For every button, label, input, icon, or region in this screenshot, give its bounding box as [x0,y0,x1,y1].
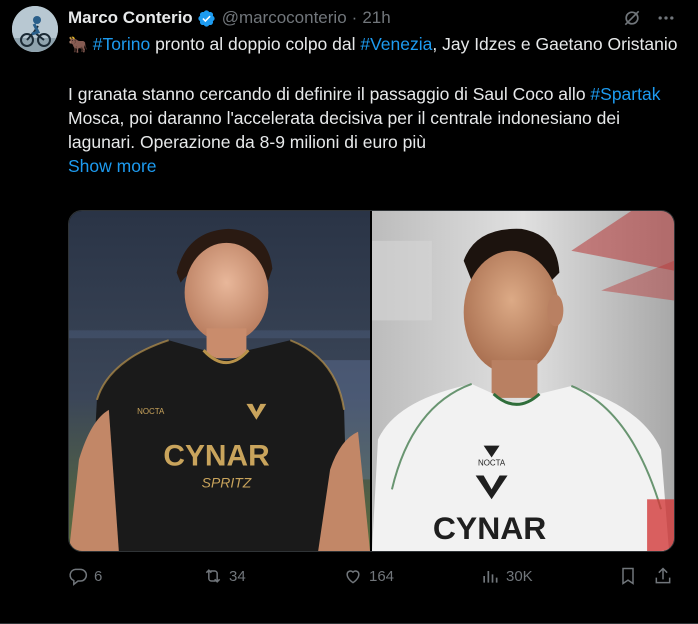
views-count: 30K [506,567,533,585]
handle[interactable]: @marcoconterio [222,8,347,28]
views-button[interactable]: 30K [480,566,533,586]
reply-button[interactable]: 6 [68,566,102,586]
player-photo-white-jersey: CYNAR NOCTA [372,211,674,551]
jersey-sponsor: CYNAR [163,440,269,473]
avatar[interactable] [12,6,58,52]
hashtag-torino[interactable]: #Torino [93,34,150,54]
repost-icon [203,566,223,586]
views-icon [480,566,500,586]
tweet-header: Marco Conterio @marcoconterio · 21h [68,7,391,29]
text-segment: I granata stanno cercando di definire il… [68,84,591,104]
tweet-media[interactable]: CYNAR SPRITZ NOCTA CYNAR NOCTA [68,210,675,552]
share-button[interactable] [653,566,673,586]
reply-icon [68,566,88,586]
share-icon [653,566,673,586]
hashtag-spartak[interactable]: #Spartak [590,84,660,104]
jersey-sponsor: CYNAR [433,510,546,546]
ox-emoji: 🐂 [68,37,88,54]
tweet-actions: 6 34 164 30K [68,566,680,592]
top-actions [622,8,676,28]
hashtag-venezia[interactable]: #Venezia [360,34,432,54]
grok-icon[interactable] [622,8,642,28]
reply-count: 6 [94,567,103,585]
jersey-sponsor-sub: SPRITZ [202,474,252,490]
jersey-brand: NOCTA [478,459,506,468]
verified-badge-icon [197,9,216,28]
photo-right[interactable]: CYNAR NOCTA [372,211,674,551]
like-icon [343,566,363,586]
tweet-paragraph-1: 🐂 #Torino pronto al doppio colpo dal #Ve… [68,32,680,58]
show-more-link[interactable]: Show more [68,154,680,178]
text-segment: , Jay Idzes e Gaetano Oristanio [432,34,678,54]
bookmark-icon [618,566,638,586]
jersey-brand: NOCTA [137,407,165,416]
bookmark-button[interactable] [618,566,638,586]
avatar-cyclist-image [12,6,58,52]
repost-count: 34 [229,567,246,585]
like-button[interactable]: 164 [343,566,394,586]
text-segment: Mosca, poi daranno l'accelerata decisiva… [68,108,621,152]
player-photo-black-jersey: CYNAR SPRITZ NOCTA [69,211,370,551]
display-name[interactable]: Marco Conterio [68,8,193,28]
tweet-card[interactable]: Marco Conterio @marcoconterio · 21h 🐂 #T… [0,0,698,624]
separator-dot: · [351,8,358,27]
photo-left[interactable]: CYNAR SPRITZ NOCTA [69,211,370,551]
tweet-paragraph-2: I granata stanno cercando di definire il… [68,82,680,154]
more-icon[interactable] [656,8,676,28]
tweet-text: 🐂 #Torino pronto al doppio colpo dal #Ve… [68,32,680,178]
repost-button[interactable]: 34 [203,566,246,586]
text-segment: pronto al doppio colpo dal [150,34,361,54]
timestamp[interactable]: 21h [362,8,390,28]
like-count: 164 [369,567,395,585]
